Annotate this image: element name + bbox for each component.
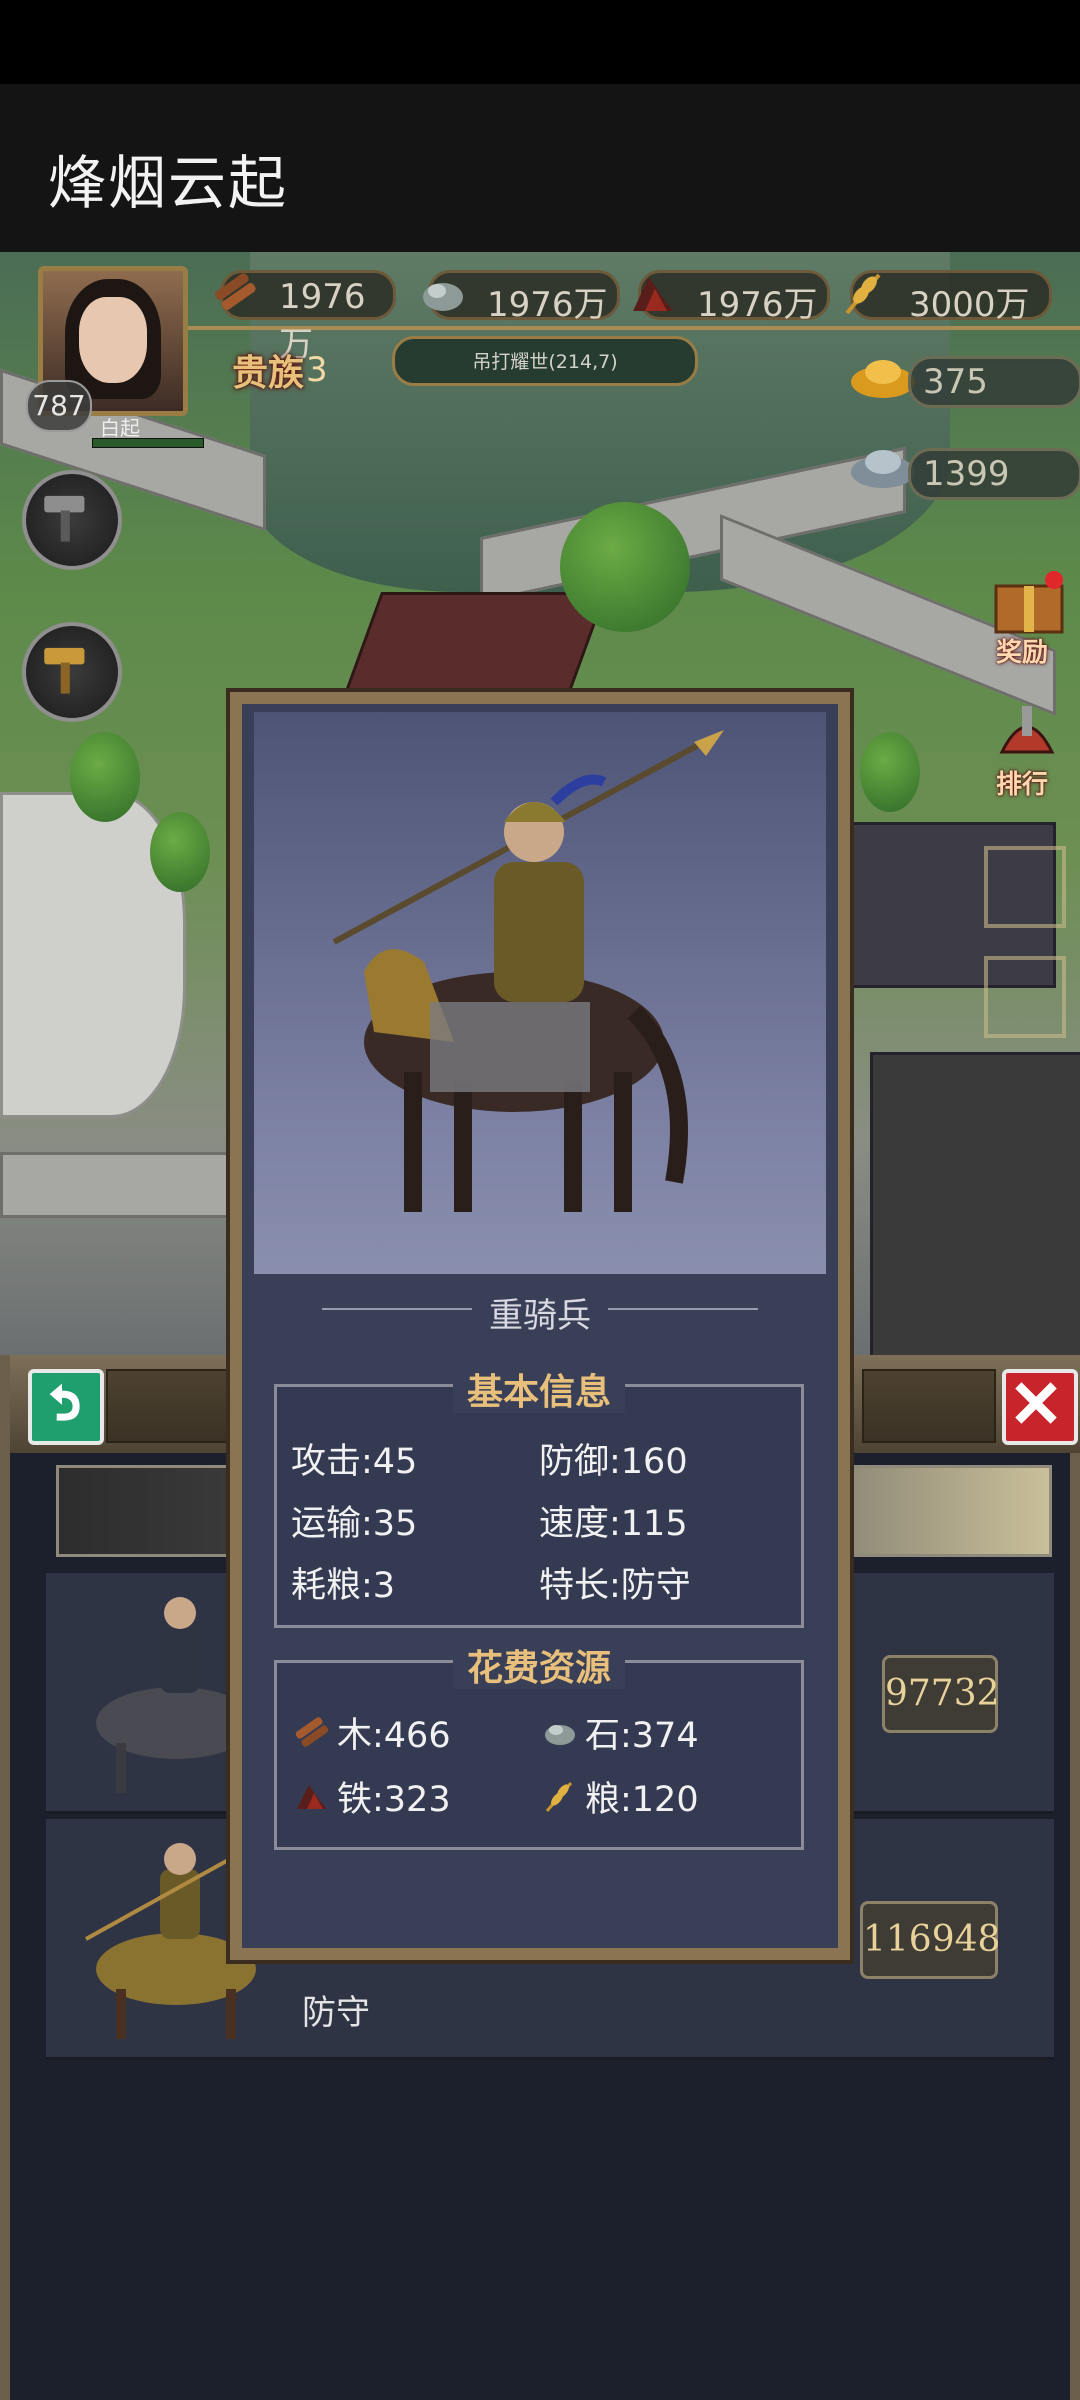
specialty-stat: 特长:防守 [539,1566,691,1606]
close-button[interactable] [1002,1369,1078,1445]
defense-stat: 防御:160 [539,1442,688,1482]
stone-icon [423,283,463,311]
silver-currency[interactable]: 1399 [908,448,1080,500]
attack-stat: 攻击:45 [291,1442,418,1482]
stone-icon [545,1725,575,1745]
gold-currency[interactable]: 375 [908,356,1080,408]
transport-stat: 运输:35 [291,1504,418,1544]
speed-stat: 速度:115 [539,1504,688,1544]
city-wall [0,1152,236,1218]
food-consumption-stat: 耗粮:3 [291,1566,396,1606]
gold-amount: 375 [923,362,988,402]
header-slot [862,1369,996,1443]
cost-title: 花费资源 [277,1639,801,1691]
wood-resource[interactable]: 1976万 [214,270,396,365]
unit-name-row: 重骑兵 [242,1284,838,1336]
unit-info-modal: 重骑兵 基本信息 攻击:45 防御:160 运输:35 速度:115 耗粮:3 … [230,692,850,1960]
grain-resource[interactable]: 3000万 [845,270,1052,325]
unit-count: 116948 [860,1901,1000,1979]
iron-cost: 铁:323 [337,1780,451,1820]
unit-name: 重骑兵 [489,1296,591,1336]
pavilion-roof[interactable] [338,592,608,708]
upgrade-button[interactable] [22,622,122,722]
vip-level: 3 [306,350,328,390]
tree [560,502,690,632]
wood-icon [295,1717,329,1747]
reward-gift-icon[interactable] [990,570,1068,636]
stone-amount: 1976万 [487,285,608,325]
iron-icon [297,1785,327,1809]
iron-resource[interactable]: 1976万 [633,270,830,325]
tree [70,732,140,822]
ranking-helmet-icon[interactable] [992,702,1062,772]
stone-resource[interactable]: 1976万 [423,270,620,325]
location-text: 吊打耀世(214,7) [472,351,618,373]
unit-specialty: 防守 [302,1993,370,2033]
tree [860,732,920,812]
troop-formation [870,1052,1080,1358]
unit-portrait [254,712,826,1274]
cost-section: 花费资源 木:466 石:374 铁:323 粮:120 [274,1648,804,1850]
back-button[interactable] [28,1369,104,1445]
back-arrow-icon [49,1383,80,1421]
player-hp-bar [92,438,204,448]
grain-icon [845,273,881,315]
grain-icon [545,1782,573,1812]
app-title: 烽烟云起 [48,149,289,217]
iron-amount: 1976万 [697,285,818,325]
resource-bar: 1976万 1976万 1976万 3000万 [160,266,1060,365]
grain-amount: 3000万 [909,285,1030,325]
stone-cost: 石:374 [585,1716,699,1756]
unit-count: 97732 [882,1655,1000,1733]
avatar-face [79,297,147,383]
gold-hammer-icon [44,647,85,694]
player-name: 白起 [100,416,140,440]
hammer-icon [44,495,85,542]
wood-icon [214,273,256,310]
player-level-badge: 787 [26,380,92,432]
header-slot [106,1369,242,1443]
zoom-frame-icon[interactable] [980,842,1070,1042]
location-banner[interactable]: 吊打耀世(214,7) [392,336,698,386]
iron-icon [633,277,673,311]
basic-info-section: 基本信息 攻击:45 防御:160 运输:35 速度:115 耗粮:3 特长:防… [274,1372,804,1628]
reward-label[interactable]: 奖励 [996,632,1048,669]
ranking-label[interactable]: 排行 [996,764,1048,801]
build-button[interactable] [22,470,122,570]
basic-info-title: 基本信息 [277,1363,801,1415]
vip-badge[interactable]: 贵族 [232,344,304,396]
status-bar [0,0,1080,84]
wood-cost: 木:466 [337,1716,451,1756]
close-icon [1015,1382,1057,1424]
app-header: 烽烟云起 [0,84,1080,252]
game-view[interactable]: 1976万 1976万 1976万 3000万 787 白起 贵族 3 吊打耀世… [0,252,1080,2400]
heavy-cavalry-portrait [332,730,724,1212]
silver-amount: 1399 [923,454,1010,494]
grain-cost: 粮:120 [585,1780,699,1820]
tree [150,812,210,892]
